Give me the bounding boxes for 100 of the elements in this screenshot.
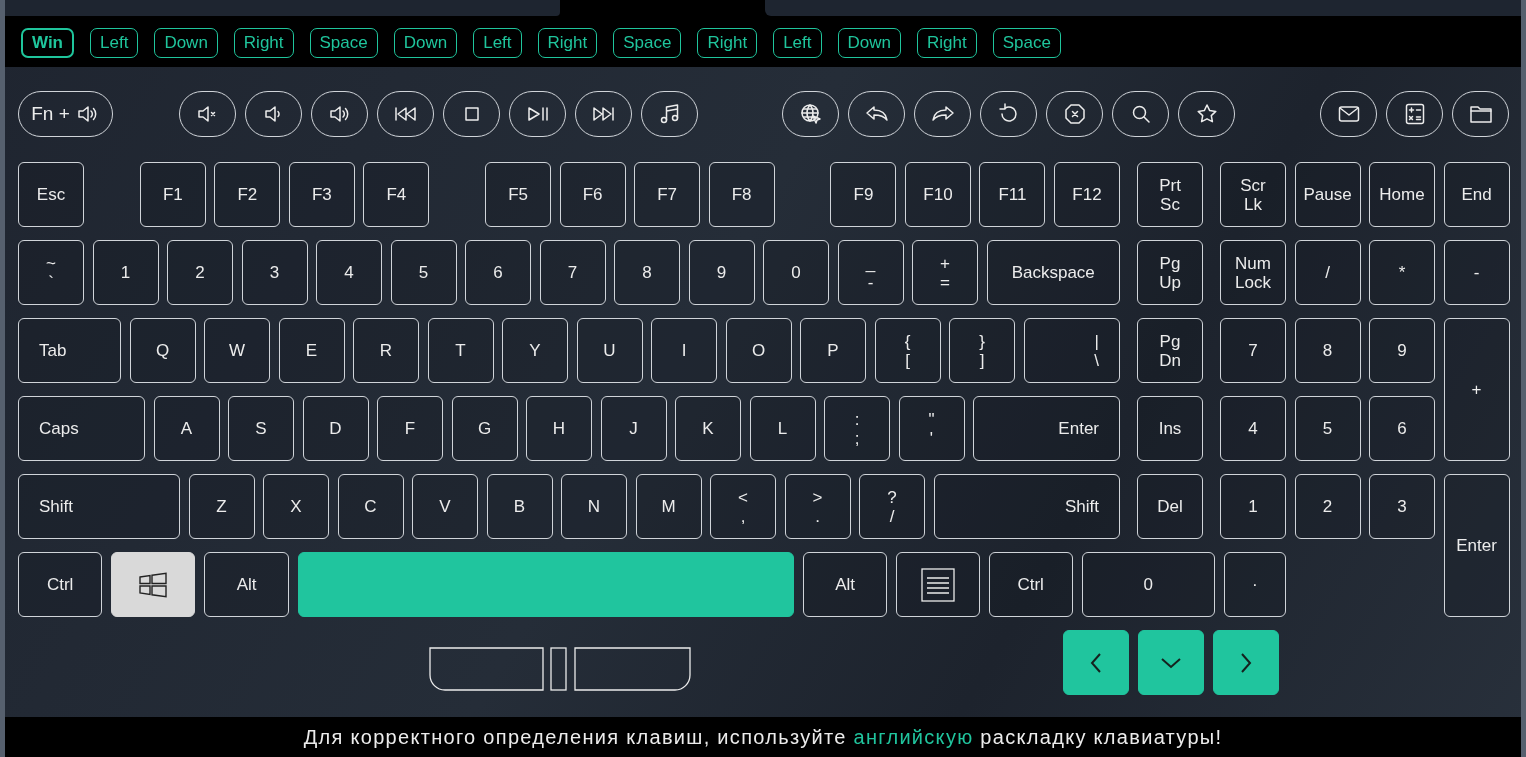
keyboard-key[interactable]: 9 — [1369, 318, 1435, 383]
keyboard-key[interactable]: F9 — [830, 162, 897, 227]
keyboard-key[interactable]: O — [725, 318, 792, 383]
keyboard-key[interactable]: F12 — [1054, 162, 1120, 227]
keyboard-key[interactable]: 0 — [1081, 552, 1215, 617]
keyboard-key[interactable]: 4 — [1220, 396, 1286, 461]
keyboard-key[interactable]: A — [153, 396, 220, 461]
keyboard-key[interactable]: Scr Lk — [1220, 162, 1286, 227]
keyboard-key[interactable]: E — [278, 318, 345, 383]
keyboard-key[interactable]: K — [675, 396, 741, 461]
keyboard-key[interactable]: 4 — [316, 240, 382, 305]
keyboard-key[interactable]: * — [1369, 240, 1435, 305]
keyboard-key[interactable]: Del — [1137, 474, 1203, 539]
keyboard-key[interactable]: 9 — [688, 240, 755, 305]
keyboard-key[interactable]: Z — [188, 474, 255, 539]
keyboard-key[interactable]: F8 — [708, 162, 775, 227]
keyboard-key[interactable]: Pause — [1294, 162, 1361, 227]
keyboard-key[interactable]: S — [228, 396, 294, 461]
keyboard-key[interactable]: 5 — [390, 240, 457, 305]
keyboard-key[interactable]: " ' — [898, 396, 965, 461]
keyboard-key[interactable]: F1 — [139, 162, 206, 227]
keyboard-key[interactable]: + = — [912, 240, 978, 305]
windows-key[interactable] — [111, 552, 196, 617]
keyboard-key[interactable]: F10 — [905, 162, 971, 227]
keyboard-key[interactable]: < , — [710, 474, 776, 539]
keyboard-key[interactable]: G — [451, 396, 518, 461]
keyboard-key[interactable]: Ctrl — [18, 552, 103, 617]
keyboard-key[interactable]: F11 — [979, 162, 1046, 227]
keyboard-key[interactable]: T — [427, 318, 494, 383]
keyboard-key[interactable]: 2 — [167, 240, 233, 305]
keyboard-key[interactable]: X — [263, 474, 329, 539]
history-key-tag: Space — [613, 27, 682, 58]
keyboard-key[interactable]: Esc — [18, 162, 84, 227]
keyboard-key[interactable]: 7 — [1220, 318, 1286, 383]
keyboard-key[interactable]: F — [377, 396, 443, 461]
keyboard-key[interactable]: | \ — [1023, 318, 1120, 383]
keyboard-key[interactable]: Ctrl — [988, 552, 1073, 617]
keyboard-key[interactable]: + — [1443, 318, 1510, 461]
keyboard-key[interactable]: Shift — [933, 474, 1120, 539]
keyboard-key[interactable]: V — [412, 474, 478, 539]
keyboard-key[interactable]: : ; — [824, 396, 890, 461]
keyboard-key[interactable]: Pg Up — [1137, 240, 1203, 305]
keyboard-key[interactable]: D — [302, 396, 369, 461]
history-key-tag: Right — [233, 27, 294, 58]
keyboard-key[interactable]: ~ ` — [18, 240, 84, 305]
keyboard-key[interactable]: 2 — [1294, 474, 1361, 539]
keyboard-key[interactable]: Pg Dn — [1137, 318, 1203, 383]
keyboard-key[interactable]: F3 — [288, 162, 355, 227]
keyboard-key[interactable]: Ins — [1137, 396, 1203, 461]
keyboard-key[interactable]: 8 — [614, 240, 680, 305]
keyboard-key[interactable]: Alt — [204, 552, 289, 617]
keyboard-key[interactable]: 5 — [1294, 396, 1361, 461]
keyboard-key[interactable]: Home — [1369, 162, 1435, 227]
keyboard-key[interactable]: I — [651, 318, 717, 383]
keyboard-key[interactable]: 7 — [539, 240, 606, 305]
keyboard-key[interactable]: - — [1443, 240, 1510, 305]
keyboard-key[interactable]: ? / — [859, 474, 925, 539]
keyboard-key[interactable]: 1 — [92, 240, 159, 305]
keyboard-key[interactable]: 6 — [1369, 396, 1435, 461]
keyboard-key[interactable]: 3 — [241, 240, 308, 305]
keyboard-key[interactable]: / — [1294, 240, 1361, 305]
keyboard-key[interactable]: · — [1223, 552, 1287, 617]
keyboard-key[interactable]: 1 — [1220, 474, 1286, 539]
menu-key[interactable] — [896, 552, 980, 617]
keyboard-key[interactable]: Num Lock — [1220, 240, 1286, 305]
keyboard-key[interactable]: } ] — [949, 318, 1015, 383]
keyboard-key[interactable]: 3 — [1369, 474, 1435, 539]
keyboard-key[interactable]: Enter — [973, 396, 1120, 461]
keyboard-key[interactable]: 0 — [763, 240, 829, 305]
keyboard-key[interactable]: B — [486, 474, 553, 539]
keyboard-key[interactable]: F2 — [214, 162, 281, 227]
keyboard-key[interactable]: U — [576, 318, 643, 383]
keyboard-key[interactable]: J — [600, 396, 667, 461]
keyboard-key[interactable]: Shift — [18, 474, 180, 539]
keyboard-key[interactable]: End — [1443, 162, 1510, 227]
keyboard-key[interactable]: Y — [502, 318, 568, 383]
keyboard-key[interactable]: { [ — [874, 318, 941, 383]
keyboard-key[interactable]: R — [353, 318, 419, 383]
keyboard-key[interactable]: 6 — [465, 240, 531, 305]
keyboard-key[interactable]: F6 — [559, 162, 626, 227]
keyboard-key[interactable]: Enter — [1443, 474, 1510, 617]
keyboard-key[interactable]: Prt Sc — [1137, 162, 1203, 227]
keyboard-key[interactable]: N — [561, 474, 627, 539]
keyboard-key[interactable]: Backspace — [986, 240, 1120, 305]
keyboard-key[interactable]: M — [635, 474, 702, 539]
keyboard-key[interactable]: Caps — [18, 396, 145, 461]
keyboard-key[interactable]: Q — [129, 318, 196, 383]
keyboard-key[interactable]: F4 — [363, 162, 430, 227]
keyboard-key[interactable]: P — [800, 318, 866, 383]
keyboard-key[interactable]: > . — [784, 474, 851, 539]
keyboard-key[interactable]: F5 — [485, 162, 552, 227]
keyboard-key[interactable]: Alt — [803, 552, 888, 617]
keyboard-key[interactable]: Tab — [18, 318, 121, 383]
keyboard-key[interactable]: W — [204, 318, 270, 383]
keyboard-key[interactable]: F7 — [634, 162, 701, 227]
keyboard-key[interactable]: 8 — [1294, 318, 1361, 383]
keyboard-key[interactable]: L — [749, 396, 816, 461]
keyboard-key[interactable]: C — [337, 474, 404, 539]
keyboard-key[interactable]: _ - — [837, 240, 904, 305]
keyboard-key[interactable]: H — [526, 396, 592, 461]
